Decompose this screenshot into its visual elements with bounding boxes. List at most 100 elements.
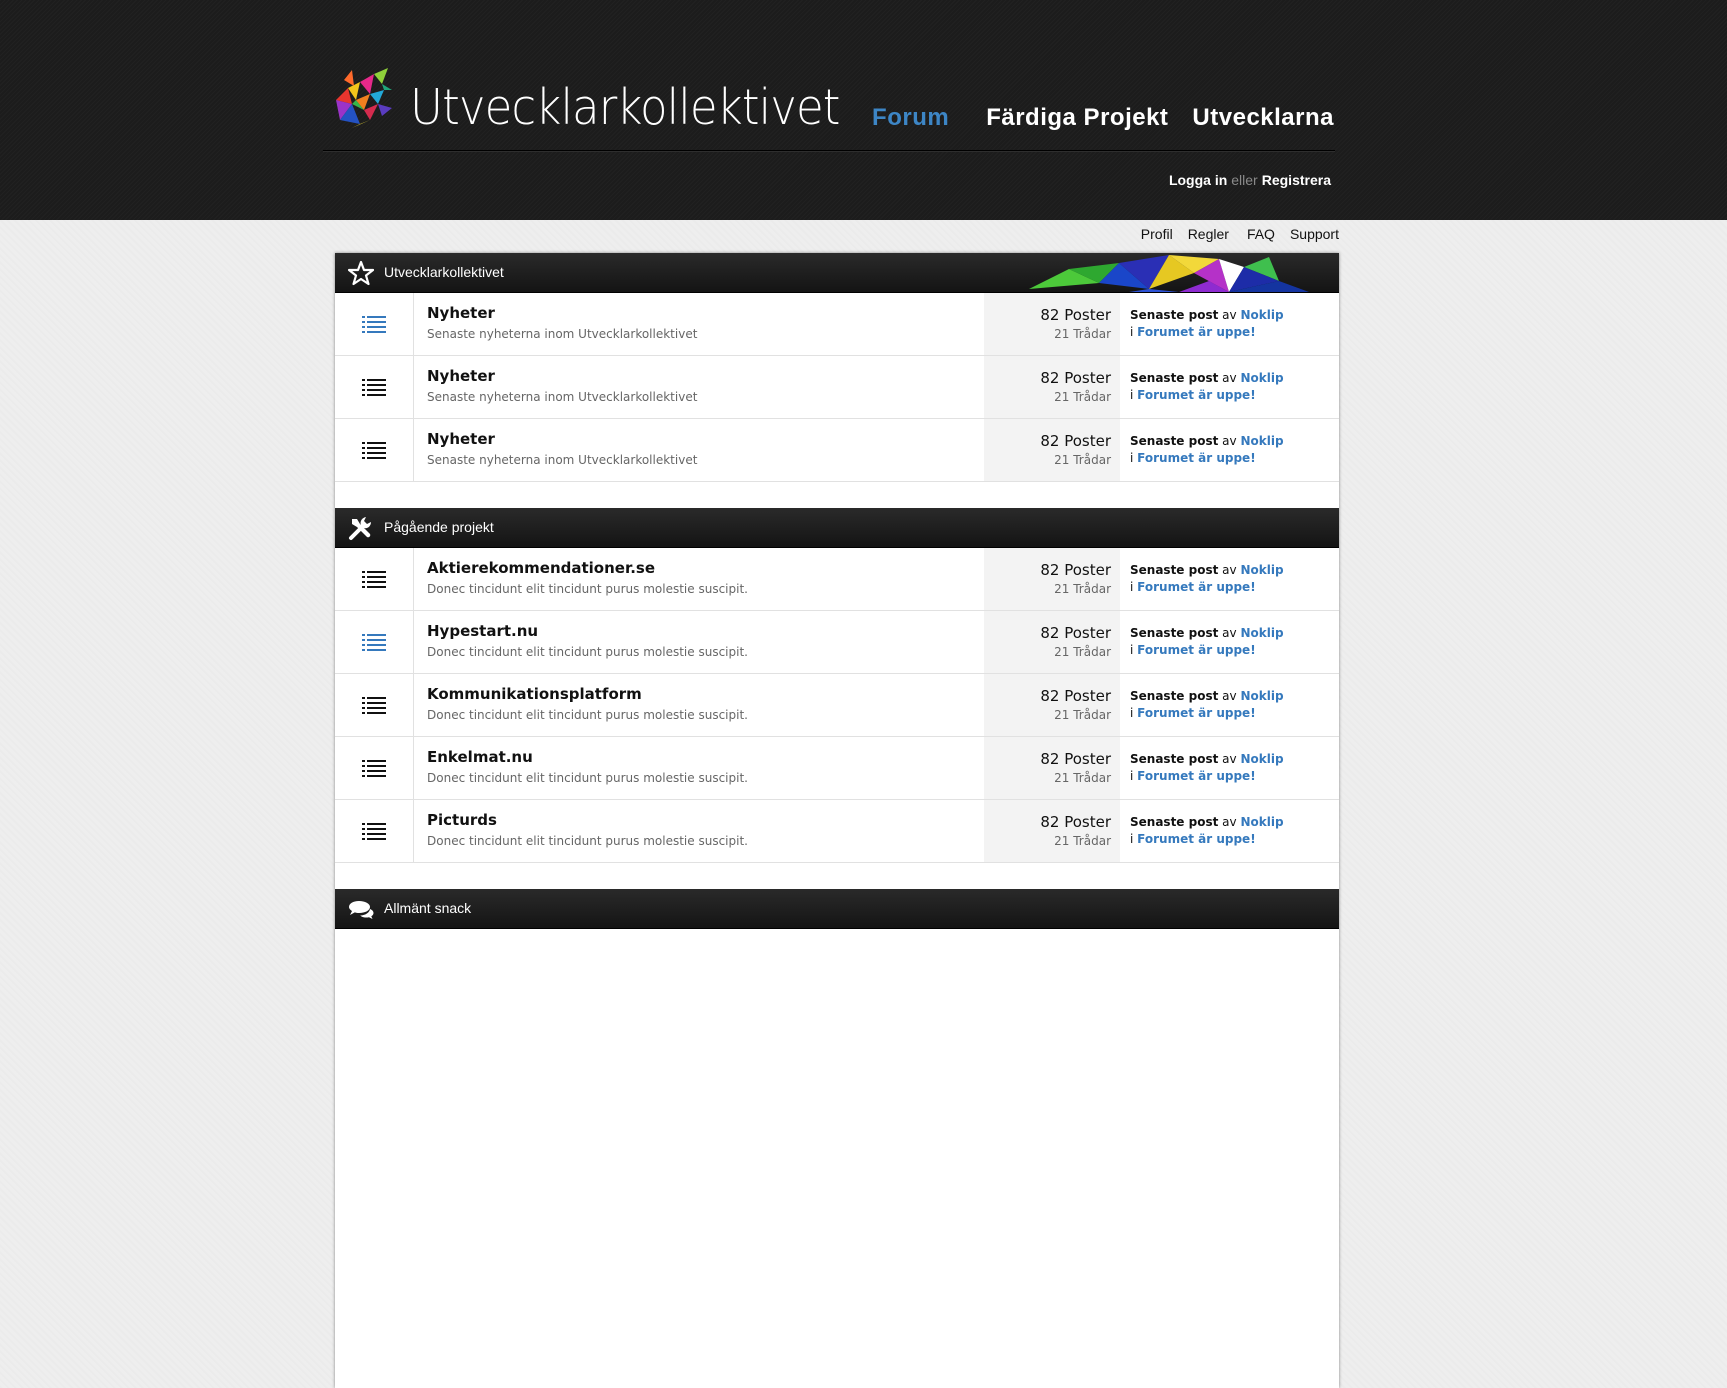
forum-row[interactable]: Nyheter Senaste nyheterna inom Utvecklar… (335, 356, 1339, 419)
list-icon (362, 379, 386, 396)
forum-row[interactable]: Kommunikationsplatform Donec tincidunt e… (335, 674, 1339, 737)
forum-row[interactable]: Aktierekommendationer.se Donec tincidunt… (335, 548, 1339, 611)
sub-nav-support[interactable]: Support (1290, 226, 1339, 242)
last-post-topic[interactable]: Forumet är uppe! (1137, 832, 1256, 846)
last-post: Senaste post av Noklip i Forumet är uppe! (1130, 625, 1284, 659)
forum-title[interactable]: Nyheter (427, 304, 495, 322)
last-post-topic[interactable]: Forumet är uppe! (1137, 643, 1256, 657)
forum-list: Aktierekommendationer.se Donec tincidunt… (335, 548, 1339, 863)
last-post-user[interactable]: Noklip (1240, 371, 1283, 385)
login-link[interactable]: Logga in (1169, 172, 1227, 188)
last-post-topic[interactable]: Forumet är uppe! (1137, 580, 1256, 594)
category-allmant-snack: Allmänt snack (335, 889, 1339, 929)
post-count: 82 Poster (1040, 369, 1111, 387)
category-utvecklarkollektivet: Utvecklarkollektivet Nyheter Senaste nyh… (335, 253, 1339, 482)
nav-fardiga-projekt[interactable]: Färdiga Projekt (986, 104, 1168, 132)
last-post-label: Senaste post (1130, 815, 1219, 829)
last-post-user[interactable]: Noklip (1240, 689, 1283, 703)
forum-icon-cell (335, 419, 414, 481)
category-spacer (335, 482, 1339, 508)
last-post: Senaste post av Noklip i Forumet är uppe! (1130, 814, 1284, 848)
last-post-topic[interactable]: Forumet är uppe! (1137, 325, 1256, 339)
forum-title[interactable]: Kommunikationsplatform (427, 685, 642, 703)
in-text: i (1130, 832, 1134, 846)
last-post-topic[interactable]: Forumet är uppe! (1137, 706, 1256, 720)
last-post-label: Senaste post (1130, 689, 1219, 703)
forum-stats: 82 Poster 21 Trådar (984, 800, 1120, 862)
site-title[interactable]: Utvecklarkollektivet (410, 78, 840, 138)
sub-nav-regler[interactable]: Regler (1188, 226, 1229, 242)
forum-row[interactable]: Picturds Donec tincidunt elit tincidunt … (335, 800, 1339, 863)
sub-nav-faq[interactable]: FAQ (1247, 226, 1275, 242)
forum-title[interactable]: Nyheter (427, 430, 495, 448)
thread-count: 21 Trådar (1054, 834, 1111, 848)
by-text: av (1222, 563, 1237, 577)
nav-utvecklarna[interactable]: Utvecklarna (1192, 104, 1334, 132)
last-post-topic[interactable]: Forumet är uppe! (1137, 388, 1256, 402)
last-post: Senaste post av Noklip i Forumet är uppe! (1130, 433, 1284, 467)
in-text: i (1130, 325, 1134, 339)
forum-row[interactable]: Hypestart.nu Donec tincidunt elit tincid… (335, 611, 1339, 674)
thread-count: 21 Trådar (1054, 327, 1111, 341)
in-text: i (1130, 580, 1134, 594)
speech-bubbles-icon (349, 901, 374, 919)
auth-links: Logga in eller Registrera (1169, 172, 1331, 188)
forum-title[interactable]: Aktierekommendationer.se (427, 559, 655, 577)
last-post-topic[interactable]: Forumet är uppe! (1137, 451, 1256, 465)
forum-icon-cell (335, 548, 414, 610)
forum-title[interactable]: Enkelmat.nu (427, 748, 533, 766)
last-post-user[interactable]: Noklip (1240, 563, 1283, 577)
forum-title[interactable]: Nyheter (427, 367, 495, 385)
post-count: 82 Poster (1040, 750, 1111, 768)
forum-stats: 82 Poster 21 Trådar (984, 356, 1120, 418)
forum-title[interactable]: Hypestart.nu (427, 622, 538, 640)
forum-title[interactable]: Picturds (427, 811, 497, 829)
forum-stats: 82 Poster 21 Trådar (984, 419, 1120, 481)
thread-count: 21 Trådar (1054, 453, 1111, 467)
forum-description: Donec tincidunt elit tincidunt purus mol… (427, 771, 748, 785)
dragon-logo-icon[interactable] (330, 60, 394, 130)
last-post-user[interactable]: Noklip (1240, 434, 1283, 448)
forum-description: Senaste nyheterna inom Utvecklarkollekti… (427, 390, 698, 404)
last-post: Senaste post av Noklip i Forumet är uppe! (1130, 562, 1284, 596)
by-text: av (1222, 371, 1237, 385)
post-count: 82 Poster (1040, 432, 1111, 450)
category-header[interactable]: Pågående projekt (335, 508, 1339, 548)
thread-count: 21 Trådar (1054, 771, 1111, 785)
or-text: eller (1231, 172, 1258, 188)
in-text: i (1130, 769, 1134, 783)
forum-row[interactable]: Enkelmat.nu Donec tincidunt elit tincidu… (335, 737, 1339, 800)
in-text: i (1130, 451, 1134, 465)
last-post-user[interactable]: Noklip (1240, 308, 1283, 322)
last-post-user[interactable]: Noklip (1240, 752, 1283, 766)
by-text: av (1222, 308, 1237, 322)
category-header[interactable]: Allmänt snack (335, 889, 1339, 929)
forum-row[interactable]: Nyheter Senaste nyheterna inom Utvecklar… (335, 293, 1339, 356)
category-spacer (335, 863, 1339, 889)
sub-nav-profil[interactable]: Profil (1141, 226, 1173, 242)
list-icon (362, 697, 386, 714)
last-post-label: Senaste post (1130, 308, 1219, 322)
in-text: i (1130, 706, 1134, 720)
forum-stats: 82 Poster 21 Trådar (984, 674, 1120, 736)
by-text: av (1222, 689, 1237, 703)
forum-stats: 82 Poster 21 Trådar (984, 293, 1120, 355)
thread-count: 21 Trådar (1054, 582, 1111, 596)
category-title: Allmänt snack (384, 900, 472, 916)
last-post: Senaste post av Noklip i Forumet är uppe! (1130, 370, 1284, 404)
last-post-label: Senaste post (1130, 563, 1219, 577)
last-post-label: Senaste post (1130, 371, 1219, 385)
register-link[interactable]: Registrera (1262, 172, 1331, 188)
forum-stats: 82 Poster 21 Trådar (984, 548, 1120, 610)
last-post-user[interactable]: Noklip (1240, 815, 1283, 829)
last-post-label: Senaste post (1130, 434, 1219, 448)
category-header[interactable]: Utvecklarkollektivet (335, 253, 1339, 293)
forum-row[interactable]: Nyheter Senaste nyheterna inom Utvecklar… (335, 419, 1339, 482)
last-post-topic[interactable]: Forumet är uppe! (1137, 769, 1256, 783)
thread-count: 21 Trådar (1054, 645, 1111, 659)
nav-forum[interactable]: Forum (872, 104, 949, 132)
last-post-user[interactable]: Noklip (1240, 626, 1283, 640)
category-title: Utvecklarkollektivet (384, 264, 504, 280)
list-icon (362, 634, 386, 651)
post-count: 82 Poster (1040, 561, 1111, 579)
